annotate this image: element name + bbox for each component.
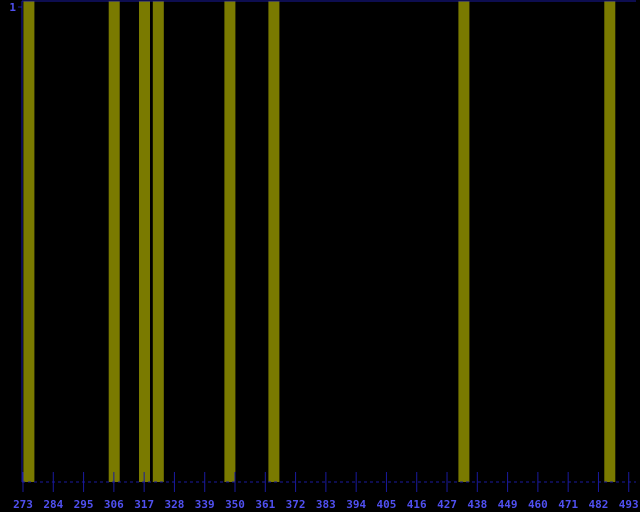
bars-group — [23, 1, 616, 482]
x-tick-label-0: 273 — [13, 498, 33, 511]
bar-6 — [458, 1, 470, 482]
x-tick-label-1: 284 — [43, 498, 63, 511]
x-tick-label-16: 449 — [498, 498, 518, 511]
x-tick-label-19: 482 — [589, 498, 609, 511]
x-tick-label-15: 438 — [467, 498, 487, 511]
x-tick-label-10: 383 — [316, 498, 336, 511]
bar-7 — [604, 1, 616, 482]
x-tick-label-17: 460 — [528, 498, 548, 511]
x-tick-label-9: 372 — [286, 498, 306, 511]
x-tick-label-8: 361 — [255, 498, 275, 511]
x-tick-label-7: 350 — [225, 498, 245, 511]
x-tick-label-14: 427 — [437, 498, 457, 511]
x-tick-label-18: 471 — [558, 498, 578, 511]
x-tick-label-3: 306 — [104, 498, 124, 511]
x-tick-label-5: 328 — [164, 498, 184, 511]
bar-5 — [268, 1, 280, 482]
x-tick-label-4: 317 — [134, 498, 154, 511]
x-tick-label-13: 416 — [407, 498, 427, 511]
chart: 273 284 295 306 317 328 339 350 361 372 383 394 405 4… — [9, 0, 639, 511]
bar-0 — [23, 1, 35, 482]
bar-4 — [224, 1, 236, 482]
y-tick-label-0: 1 — [9, 1, 16, 14]
ticks-group: 273 284 295 306 317 328 339 350 361 372 383 394 405 4… — [9, 1, 638, 511]
x-tick-label-12: 405 — [377, 498, 397, 511]
x-tick-label-2: 295 — [74, 498, 94, 511]
bar-1 — [108, 1, 120, 482]
x-tick-label-6: 339 — [195, 498, 215, 511]
bar-3 — [152, 1, 164, 482]
x-tick-label-11: 394 — [346, 498, 366, 511]
bar-2 — [139, 1, 150, 482]
x-tick-label-20: 493 — [619, 498, 639, 511]
